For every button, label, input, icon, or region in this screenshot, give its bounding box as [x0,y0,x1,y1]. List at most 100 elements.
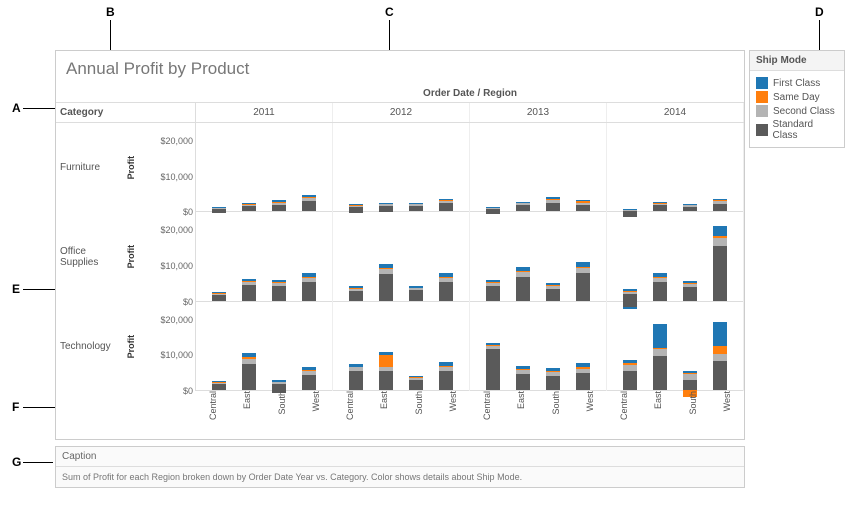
x-tick[interactable]: Central [333,391,367,439]
bar-segment[interactable] [379,371,393,390]
stacked-bar[interactable] [653,202,667,211]
bar-segment[interactable] [576,373,590,390]
bar-segment[interactable] [242,364,256,390]
stacked-bar[interactable] [653,324,667,390]
bar-segment[interactable] [546,203,560,212]
stacked-bar[interactable] [516,202,530,212]
stacked-bar[interactable] [409,376,423,390]
chart-cell[interactable] [470,123,606,212]
bar-segment[interactable] [516,374,530,390]
x-tick[interactable]: East [367,391,401,439]
stacked-bar[interactable] [409,203,423,211]
bar-segment[interactable] [546,289,560,301]
bar-segment[interactable] [713,226,727,236]
stacked-bar[interactable] [242,203,256,211]
stacked-bar[interactable] [486,280,500,301]
bar-segment[interactable] [653,282,667,301]
x-tick[interactable]: West [710,391,744,439]
legend-item[interactable]: First Class [756,77,838,89]
x-tick[interactable]: Central [196,391,230,439]
x-tick[interactable]: West [436,391,470,439]
stacked-bar[interactable] [576,200,590,211]
bar-segment[interactable] [439,282,453,301]
stacked-bar[interactable] [212,292,226,301]
bar-segment[interactable] [576,205,590,212]
bar-segment[interactable] [242,206,256,211]
columns-field-label[interactable]: Order Date / Region [196,88,744,99]
stacked-bar[interactable] [302,367,316,390]
bar-segment[interactable] [546,376,560,390]
category-row-header[interactable]: Technology [56,302,121,391]
stacked-bar[interactable] [623,360,637,390]
bar-segment[interactable] [272,205,286,211]
bar-segment[interactable] [713,322,727,346]
x-tick[interactable]: West [299,391,333,439]
stacked-bar[interactable] [546,368,560,390]
stacked-bar[interactable] [576,262,590,301]
caption-panel[interactable]: Caption Sum of Profit for each Region br… [55,446,745,488]
legend-item[interactable]: Same Day [756,91,838,103]
bar-segment[interactable] [653,349,667,356]
legend-item[interactable]: Second Class [756,105,838,117]
stacked-bar[interactable] [683,371,697,390]
stacked-bar[interactable] [623,209,637,211]
stacked-bar[interactable] [379,264,393,301]
chart-cell[interactable] [333,212,469,301]
year-header[interactable]: 2014 [607,103,744,122]
bar-segment[interactable] [486,349,500,390]
x-tick[interactable]: South [402,391,436,439]
chart-cell[interactable] [607,123,743,212]
stacked-bar[interactable] [302,273,316,300]
stacked-bar[interactable] [212,381,226,390]
stacked-bar[interactable] [516,366,530,390]
bar-segment[interactable] [713,246,727,300]
stacked-bar[interactable] [349,204,363,211]
x-tick[interactable]: South [539,391,573,439]
bar-segment[interactable] [302,375,316,390]
rows-field-label[interactable]: Category [56,103,196,122]
year-header[interactable]: 2012 [333,103,470,122]
stacked-bar[interactable] [439,362,453,390]
bar-segment[interactable] [713,204,727,211]
stacked-bar[interactable] [242,279,256,301]
bar-segment[interactable] [439,371,453,390]
bar-segment[interactable] [623,371,637,390]
bar-segment[interactable] [272,286,286,300]
stacked-bar[interactable] [683,204,697,211]
plot-area[interactable] [196,123,744,391]
category-row-header[interactable]: Furniture [56,123,121,212]
stacked-bar[interactable] [302,195,316,211]
bar-segment[interactable] [439,203,453,211]
bar-segment[interactable] [576,273,590,300]
category-row-header[interactable]: Office Supplies [56,212,121,301]
stacked-bar[interactable] [546,197,560,211]
stacked-bar[interactable] [653,273,667,300]
bar-segment[interactable] [379,274,393,301]
stacked-bar[interactable] [349,286,363,300]
legend-item[interactable]: Standard Class [756,119,838,141]
bar-segment[interactable] [409,380,423,390]
stacked-bar[interactable] [516,267,530,301]
chart-cell[interactable] [333,123,469,212]
stacked-bar[interactable] [546,283,560,301]
bar-segment[interactable] [242,285,256,300]
bar-segment[interactable] [302,201,316,211]
bar-segment[interactable] [302,282,316,301]
legend-panel[interactable]: Ship Mode First ClassSame DaySecond Clas… [749,50,845,148]
stacked-bar[interactable] [212,207,226,211]
stacked-bar[interactable] [439,199,453,212]
stacked-bar[interactable] [713,199,727,212]
stacked-bar[interactable] [486,207,500,211]
stacked-bar[interactable] [349,364,363,390]
stacked-bar[interactable] [713,226,727,301]
stacked-bar[interactable] [272,200,286,211]
x-tick[interactable]: South [676,391,710,439]
bar-segment[interactable] [623,294,637,301]
stacked-bar[interactable] [439,273,453,300]
chart-cell[interactable] [333,302,469,391]
bar-segment[interactable] [683,374,697,381]
stacked-bar[interactable] [409,286,423,301]
chart-cell[interactable] [196,123,332,212]
stacked-bar[interactable] [576,363,590,390]
bar-segment[interactable] [713,238,727,247]
